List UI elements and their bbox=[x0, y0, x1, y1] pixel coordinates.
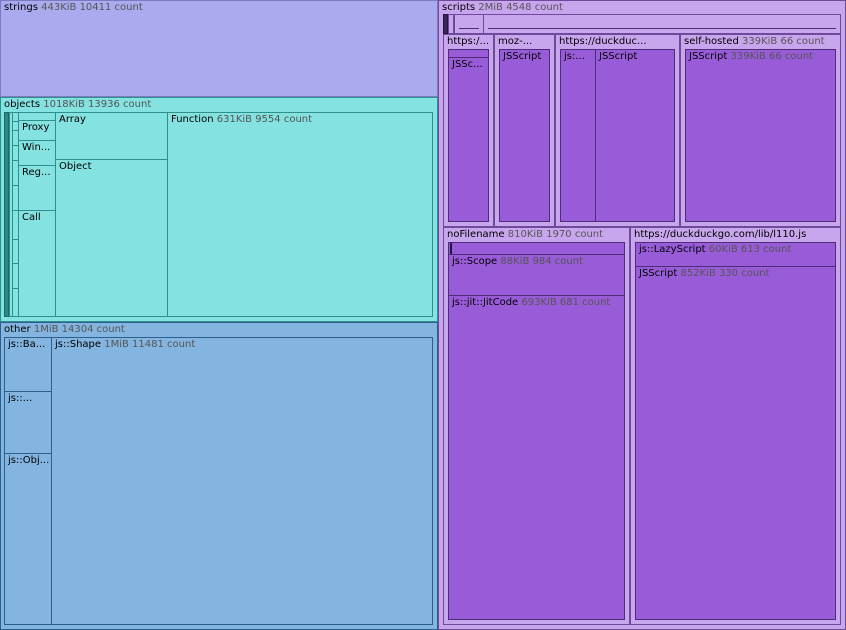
objects-title: objects 1018KiB 13936 count bbox=[4, 99, 152, 110]
lazyscript-title: js::LazyScript 60KiB 613 count bbox=[639, 244, 792, 255]
l110-jsscript-title: JSScript 852KiB 330 count bbox=[639, 268, 770, 279]
duck-jsscript-label: JSScript bbox=[599, 51, 638, 62]
regexp-block[interactable]: Reg... bbox=[18, 165, 56, 211]
object-block[interactable]: Object bbox=[55, 159, 168, 317]
duck-js-block[interactable]: js:... bbox=[560, 49, 596, 222]
duck-js-label: js:... bbox=[564, 51, 585, 62]
js-misc-label: js::... bbox=[8, 393, 33, 404]
https-label: https:/... bbox=[447, 36, 490, 47]
nofilename-strip-mark[interactable] bbox=[450, 243, 452, 254]
jitcode-title: js::jit::JitCode 693KiB 681 count bbox=[452, 297, 611, 308]
strings-title: strings 443KiB 10411 count bbox=[4, 2, 143, 13]
https-jsscript-block[interactable]: JSSc... bbox=[448, 57, 489, 222]
l110-label: https://duckduckgo.com/lib/l110.js bbox=[634, 229, 807, 240]
duck-jsscript-block[interactable]: JSScript bbox=[595, 49, 675, 222]
proxy-block[interactable]: Proxy bbox=[18, 120, 56, 141]
duck-label: https://duckduc... bbox=[559, 36, 647, 47]
moz-label: moz-... bbox=[498, 36, 533, 47]
moz-jsscript-block[interactable]: JSScript bbox=[499, 49, 550, 222]
js-misc-block[interactable]: js::... bbox=[4, 391, 52, 454]
lazyscript-block[interactable]: js::LazyScript 60KiB 613 count bbox=[635, 242, 836, 267]
other-title: other 1MiB 14304 count bbox=[4, 324, 125, 335]
l110-jsscript-block[interactable]: JSScript 852KiB 330 count bbox=[635, 266, 836, 620]
js-obj-block[interactable]: js::Obj... bbox=[4, 453, 52, 625]
selfhosted-jsscript-block[interactable]: JSScript 339KiB 66 count bbox=[685, 49, 836, 222]
window-label: Win... bbox=[22, 142, 51, 153]
js-scope-block[interactable]: js::Scope 88KiB 984 count bbox=[448, 254, 625, 296]
scripts-title: scripts 2MiB 4548 count bbox=[442, 2, 563, 13]
window-block[interactable]: Win... bbox=[18, 140, 56, 166]
js-base-block[interactable]: js::Ba... bbox=[4, 337, 52, 392]
regexp-label: Reg... bbox=[22, 167, 51, 178]
scripts-top-row[interactable] bbox=[443, 14, 841, 34]
array-block[interactable]: Array bbox=[55, 112, 168, 160]
object-label: Object bbox=[59, 161, 92, 172]
scripts-tiny-c[interactable] bbox=[454, 14, 484, 34]
strings-block[interactable]: strings 443KiB 10411 count bbox=[0, 0, 438, 97]
moz-jsscript-label: JSScript bbox=[503, 51, 542, 62]
proxy-label: Proxy bbox=[22, 122, 50, 133]
jitcode-block[interactable]: js::jit::JitCode 693KiB 681 count bbox=[448, 295, 625, 620]
js-shape-block[interactable]: js::Shape 1MiB 11481 count bbox=[51, 337, 433, 625]
nofilename-title: noFilename 810KiB 1970 count bbox=[447, 229, 604, 240]
js-base-label: js::Ba... bbox=[8, 339, 46, 350]
call-label: Call bbox=[22, 212, 41, 223]
https-jsscript-label: JSSc... bbox=[452, 59, 483, 70]
js-shape-title: js::Shape 1MiB 11481 count bbox=[55, 339, 196, 350]
js-obj-label: js::Obj... bbox=[8, 455, 50, 466]
js-scope-title: js::Scope 88KiB 984 count bbox=[452, 256, 583, 267]
selfhosted-title: self-hosted 339KiB 66 count bbox=[684, 36, 825, 47]
scripts-tiny-line-a bbox=[459, 28, 479, 29]
function-title: Function 631KiB 9554 count bbox=[171, 114, 313, 125]
scripts-tiny-line-b bbox=[488, 28, 836, 29]
call-block[interactable]: Call bbox=[18, 210, 56, 317]
function-block[interactable]: Function 631KiB 9554 count bbox=[167, 112, 433, 317]
selfhosted-jsscript-title: JSScript 339KiB 66 count bbox=[689, 51, 814, 62]
array-label: Array bbox=[59, 114, 86, 125]
